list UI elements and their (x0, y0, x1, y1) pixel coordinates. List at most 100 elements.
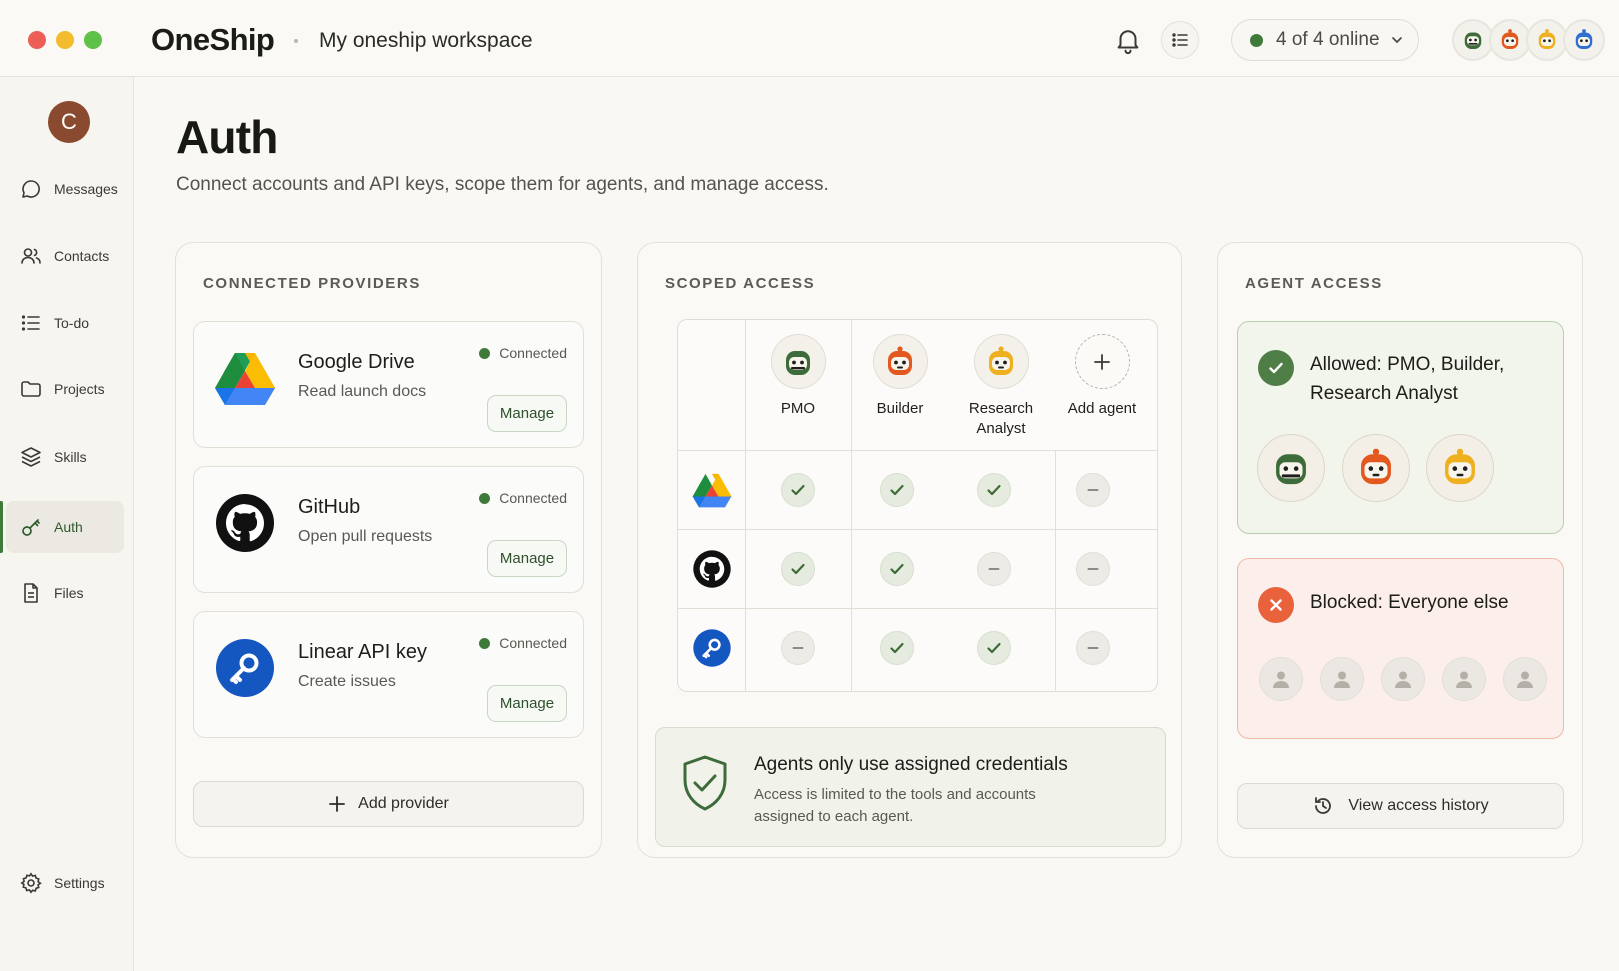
add-provider-label: Add provider (358, 795, 449, 812)
allowed-agents-panel: Allowed: PMO, Builder, Research Analyst (1237, 321, 1564, 534)
sidebar-item-files[interactable]: Files (6, 567, 124, 619)
sidebar-item-settings[interactable]: Settings (6, 857, 124, 909)
agent-name: PMO (780, 400, 816, 417)
minimize-window-button[interactable] (56, 31, 74, 49)
manage-google-drive-button[interactable]: Manage (487, 395, 567, 432)
sidebar-item-label: Settings (54, 875, 105, 891)
grid-line (678, 529, 1157, 530)
shield-check-icon (683, 755, 727, 811)
check-circle-icon (1258, 350, 1294, 386)
maximize-window-button[interactable] (84, 31, 102, 49)
view-access-history-button[interactable]: View access history (1237, 783, 1564, 829)
minus-icon (792, 647, 804, 649)
access-cell-google-drive-research-analyst[interactable] (977, 473, 1011, 507)
brand-logo: OneShip (151, 22, 275, 57)
agent-column-research-analyst[interactable]: Research Analyst (951, 334, 1051, 439)
agent-avatar-blue[interactable] (1563, 19, 1605, 61)
layers-icon (21, 447, 41, 467)
access-cell-github-research-analyst[interactable] (977, 552, 1011, 586)
provider-name: GitHub (298, 496, 361, 518)
sidebar: C Messages Contacts To-do Projects Skill… (0, 77, 134, 971)
todo-icon (21, 315, 40, 331)
app-window: OneShip My oneship workspace 4 of 4 onli… (0, 0, 1619, 971)
add-provider-button[interactable]: Add provider (193, 781, 584, 827)
person-icon (1503, 657, 1547, 701)
check-icon (987, 484, 1001, 496)
github-icon (693, 550, 731, 588)
check-icon (890, 484, 904, 496)
agent-column-builder[interactable]: Builder (850, 334, 950, 419)
access-cell-google-drive-pmo[interactable] (781, 473, 815, 507)
status-text: Connected (499, 345, 567, 361)
agent-avatar-research-analyst[interactable] (1526, 19, 1568, 61)
add-agent-button[interactable]: Add agent (1052, 334, 1152, 419)
access-cell-github-pmo[interactable] (781, 552, 815, 586)
user-avatar[interactable]: C (48, 101, 90, 143)
sidebar-item-skills[interactable]: Skills (6, 431, 124, 483)
sidebar-item-auth[interactable]: Auth (6, 501, 124, 553)
sidebar-item-projects[interactable]: Projects (6, 363, 124, 415)
sidebar-item-messages[interactable]: Messages (6, 163, 124, 215)
access-matrix: PMO Builder Research Analyst Add agent (677, 319, 1158, 692)
access-cell-google-drive-builder[interactable] (880, 473, 914, 507)
view-access-history-label: View access history (1348, 797, 1489, 814)
manage-linear-button[interactable]: Manage (487, 685, 567, 722)
contacts-icon (21, 248, 41, 264)
access-cell-key-pmo[interactable] (781, 631, 815, 665)
online-status-text: 4 of 4 online (1276, 29, 1380, 50)
provider-github[interactable]: GitHub Open pull requests Connected Mana… (193, 466, 584, 593)
history-icon (1315, 797, 1332, 814)
provider-linear-api-key[interactable]: Linear API key Create issues Connected M… (193, 611, 584, 738)
provider-name: Linear API key (298, 641, 427, 663)
credentials-info-banner: Agents only use assigned credentials Acc… (655, 727, 1166, 847)
list-icon (1172, 33, 1188, 47)
person-icon (1381, 657, 1425, 701)
activity-list-button[interactable] (1161, 21, 1199, 59)
online-status-dropdown[interactable]: 4 of 4 online (1231, 19, 1419, 61)
info-text: Access is limited to the tools and accou… (754, 786, 1036, 825)
active-nav-indicator (0, 501, 3, 553)
agent-avatar-pmo[interactable] (1257, 434, 1325, 502)
status-text: Connected (499, 635, 567, 651)
sidebar-item-todo[interactable]: To-do (6, 297, 124, 349)
scoped-access-card: SCOPED ACCESS PMO Builder Research Analy… (637, 242, 1182, 858)
online-agents-avatars[interactable] (1452, 19, 1605, 61)
status-text: Connected (499, 490, 567, 506)
agent-avatar-pmo[interactable] (1452, 19, 1494, 61)
section-heading: AGENT ACCESS (1245, 275, 1383, 292)
agent-name: Builder (876, 400, 924, 417)
section-heading: SCOPED ACCESS (665, 275, 816, 292)
access-cell-github-builder[interactable] (880, 552, 914, 586)
person-icon (1442, 657, 1486, 701)
status-badge: Connected (479, 635, 567, 651)
access-cell-github-add-agent[interactable] (1076, 552, 1110, 586)
manage-github-button[interactable]: Manage (487, 540, 567, 577)
message-icon (22, 180, 40, 198)
person-icon (1259, 657, 1303, 701)
grid-line (745, 320, 746, 691)
agent-avatar-pmo (770, 334, 826, 389)
file-icon (24, 583, 38, 603)
sidebar-item-contacts[interactable]: Contacts (6, 230, 124, 282)
chevron-down-icon (1391, 37, 1402, 44)
status-badge: Connected (479, 345, 567, 361)
check-icon (791, 563, 805, 575)
agent-avatar-research-analyst[interactable] (1426, 434, 1494, 502)
provider-google-drive[interactable]: Google Drive Read launch docs Connected … (193, 321, 584, 448)
add-agent-label: Add agent (1067, 400, 1137, 417)
access-cell-google-drive-add-agent[interactable] (1076, 473, 1110, 507)
status-badge: Connected (479, 490, 567, 506)
access-cell-key-builder[interactable] (880, 631, 914, 665)
agent-column-pmo[interactable]: PMO (748, 334, 848, 419)
notifications-bell-icon[interactable] (1113, 25, 1143, 55)
workspace-name[interactable]: My oneship workspace (319, 29, 533, 53)
access-cell-key-add-agent[interactable] (1076, 631, 1110, 665)
agent-avatar-builder[interactable] (1342, 434, 1410, 502)
close-window-button[interactable] (28, 31, 46, 49)
connected-providers-card: CONNECTED PROVIDERS Google Drive Read la… (175, 242, 602, 858)
provider-description: Create issues (298, 673, 396, 690)
agent-avatar-builder[interactable] (1489, 19, 1531, 61)
access-cell-key-research-analyst[interactable] (977, 631, 1011, 665)
provider-description: Read launch docs (298, 383, 427, 400)
blocked-agents-text: Blocked: Everyone else (1310, 592, 1509, 613)
